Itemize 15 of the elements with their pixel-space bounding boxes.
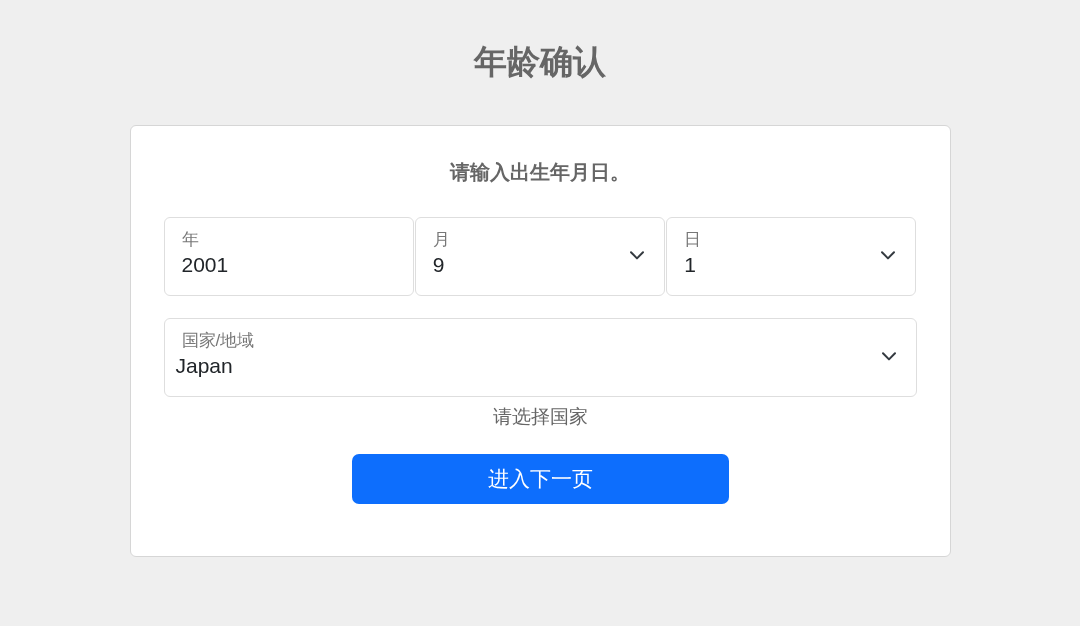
country-select[interactable]: 国家/地域 Japan — [163, 318, 917, 397]
chevron-down-icon — [881, 251, 896, 260]
field-label: 国家/地域 — [180, 330, 255, 352]
chevron-down-icon — [630, 251, 645, 260]
year-input[interactable]: 年 2001 — [163, 217, 414, 296]
next-page-button[interactable]: 进入下一页 — [351, 454, 729, 504]
month-select[interactable]: 月 9 — [414, 217, 666, 296]
form-prompt: 请输入出生年月日。 — [450, 160, 630, 185]
hint-text: 请选择国家 — [492, 405, 588, 429]
field-label: 月 — [431, 229, 450, 251]
field-label: 年 — [180, 229, 199, 251]
page-title: 年龄确认 — [474, 42, 606, 82]
day-select[interactable]: 日 1 — [666, 217, 917, 296]
chevron-down-icon — [881, 352, 896, 361]
field-label: 日 — [683, 229, 702, 251]
